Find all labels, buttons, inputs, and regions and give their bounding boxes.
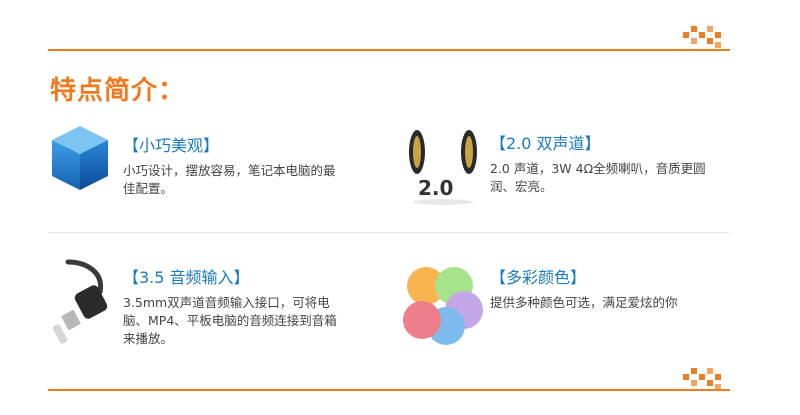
feature-stereo: 【2.0 双声道】 2.0 声道，3W 4Ω全频喇叭，音质更圆润、宏亮。 bbox=[490, 130, 800, 196]
feature-description: 小巧设计，摆放容易，笔记本电脑的最佳配置。 bbox=[123, 163, 336, 196]
blue-cube-icon bbox=[52, 126, 108, 190]
feature-description: 3.5mm双声道音频输入接口，可将电脑、MP4、平板电脑的音频连接到音箱来播放。 bbox=[123, 295, 337, 346]
audio-plug-icon bbox=[52, 259, 108, 344]
row-divider bbox=[48, 232, 730, 233]
feature-colors: 【多彩颜色】 提供多种颜色可选，满足爱炫的你 bbox=[490, 264, 800, 312]
feature-title: 【2.0 双声道】 bbox=[490, 134, 601, 153]
section-title: 特点简介： bbox=[50, 76, 186, 106]
bottom-divider-line bbox=[48, 389, 730, 391]
pixel-decoration-icon bbox=[683, 26, 721, 48]
color-circles-icon bbox=[403, 267, 483, 345]
feature-description: 提供多种颜色可选，满足爱炫的你 bbox=[490, 295, 678, 310]
speaker-2-0-label: 2.0 bbox=[418, 176, 454, 200]
feature-title: 【多彩颜色】 bbox=[490, 268, 587, 287]
feature-description: 2.0 声道，3W 4Ω全频喇叭，音质更圆润、宏亮。 bbox=[490, 161, 706, 194]
top-divider-line bbox=[48, 49, 730, 51]
